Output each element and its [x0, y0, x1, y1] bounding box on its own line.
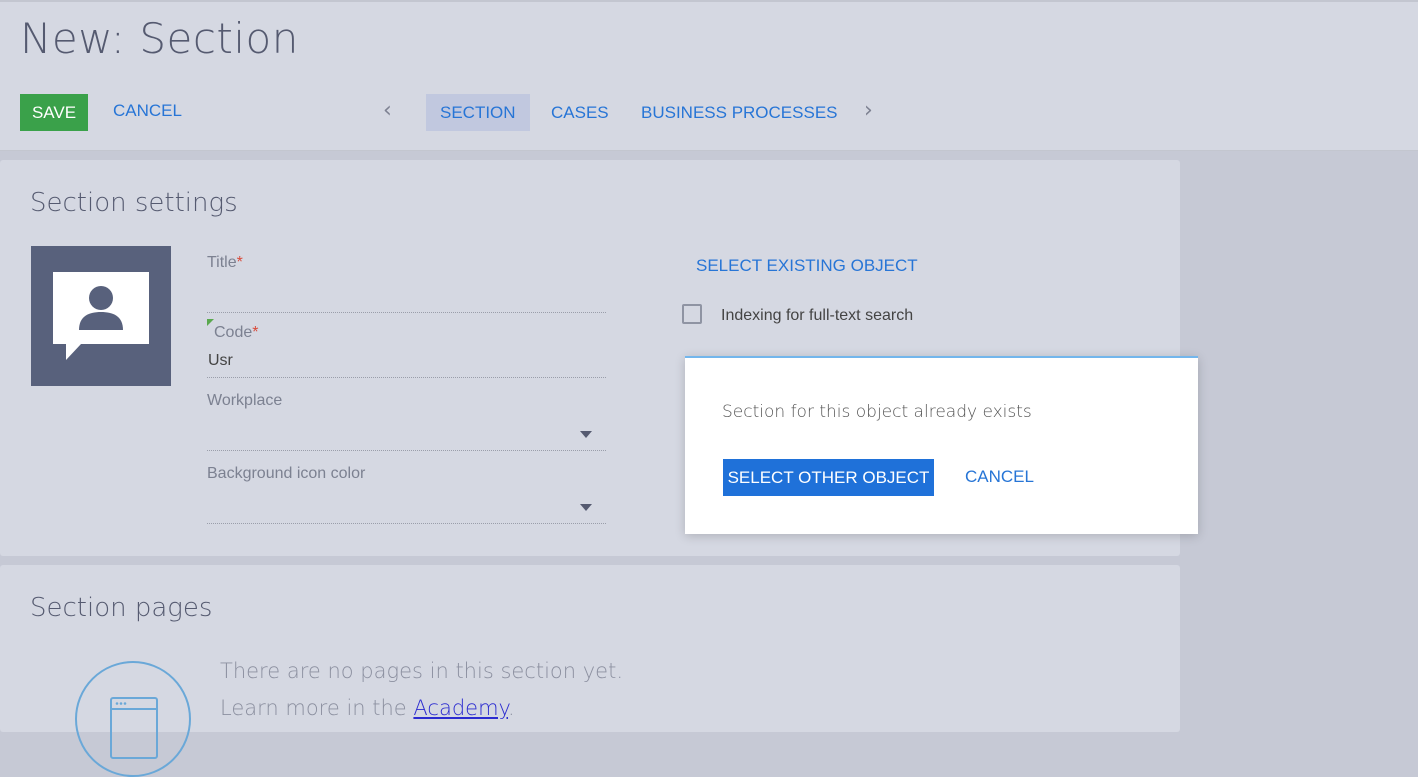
empty-pages-illustration	[75, 661, 191, 777]
title-underline	[207, 312, 606, 313]
cancel-button[interactable]: CANCEL	[113, 101, 182, 121]
section-icon-tile[interactable]	[31, 246, 171, 386]
page-title: New: Section	[20, 14, 299, 63]
indexing-label: Indexing for full-text search	[721, 307, 914, 324]
section-pages-heading: Section pages	[30, 593, 213, 623]
tab-cases[interactable]: CASES	[537, 94, 623, 131]
duplicate-section-dialog: Section for this object already exists S…	[685, 356, 1198, 534]
section-pages-panel: Section pages There are no pages in this…	[0, 565, 1180, 777]
tab-section[interactable]: SECTION	[426, 94, 530, 131]
required-mark: *	[236, 254, 243, 271]
indexing-checkbox[interactable]	[682, 304, 702, 324]
tab-business-processes[interactable]: BUSINESS PROCESSES	[627, 94, 852, 131]
select-other-object-button[interactable]: SELECT OTHER OBJECT	[723, 459, 934, 496]
dialog-message: Section for this object already exists	[722, 402, 1032, 422]
select-existing-object-button[interactable]: SELECT EXISTING OBJECT	[696, 256, 918, 276]
academy-link[interactable]: Academy	[413, 696, 508, 720]
academy-hint: Learn more in the Academy.	[220, 696, 515, 720]
dropdown-arrow-icon[interactable]	[580, 431, 592, 438]
page-window-icon	[110, 697, 158, 759]
code-input[interactable]: Usr	[208, 352, 233, 370]
section-settings-heading: Section settings	[30, 188, 238, 218]
bg-color-underline	[207, 523, 606, 524]
academy-hint-suffix: .	[507, 696, 515, 720]
workplace-label: Workplace	[207, 392, 283, 409]
workplace-underline	[207, 450, 606, 451]
code-label-text: Code	[214, 324, 253, 341]
workplace-select[interactable]	[208, 418, 606, 448]
bg-color-label: Background icon color	[207, 465, 366, 482]
title-input[interactable]	[208, 284, 606, 310]
save-button[interactable]: SAVE	[20, 94, 88, 131]
dialog-cancel-button[interactable]: CANCEL	[965, 467, 1034, 487]
code-underline	[207, 377, 606, 378]
section-person-icon	[53, 272, 149, 360]
bg-color-select[interactable]	[208, 491, 606, 521]
empty-pages-message: There are no pages in this section yet.	[220, 659, 624, 683]
title-label-text: Title	[207, 254, 237, 271]
academy-hint-prefix: Learn more in the	[220, 696, 414, 720]
dropdown-arrow-icon[interactable]	[580, 504, 592, 511]
required-mark: *	[252, 324, 259, 341]
title-label: Title*	[207, 254, 243, 272]
page-header: New: Section SAVE CANCEL ‹ SECTION CASES…	[0, 0, 1418, 151]
code-label: Code*	[214, 324, 258, 342]
chevron-right-icon[interactable]: ›	[864, 98, 873, 123]
chevron-left-icon[interactable]: ‹	[383, 98, 392, 123]
